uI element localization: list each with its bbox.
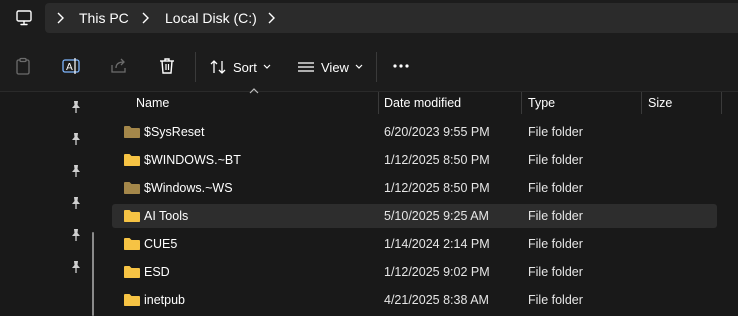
file-list: Name Date modified Type Size $SysReset 6/… (105, 88, 738, 316)
folder-icon (124, 126, 140, 138)
column-divider[interactable] (721, 92, 722, 114)
file-date-modified: 1/12/2025 8:50 PM (384, 181, 490, 195)
column-header-size[interactable]: Size (648, 95, 672, 111)
chevron-right-icon[interactable] (266, 11, 276, 25)
view-label: View (321, 59, 349, 75)
folder-icon (124, 210, 140, 222)
file-row[interactable]: inetpub 4/21/2025 8:38 AM File folder (112, 288, 717, 312)
paste-icon[interactable] (13, 56, 33, 76)
pin-icon[interactable] (69, 164, 83, 178)
file-type: File folder (528, 293, 583, 307)
sort-caret-icon (249, 88, 259, 94)
pin-icon[interactable] (69, 260, 83, 274)
breadcrumb-item-this-pc[interactable]: This PC (79, 9, 129, 27)
pin-icon[interactable] (69, 228, 83, 242)
pin-icon[interactable] (69, 132, 83, 146)
file-type: File folder (528, 181, 583, 195)
folder-icon (124, 154, 140, 166)
folder-icon (124, 182, 140, 194)
column-divider[interactable] (378, 92, 379, 114)
column-divider[interactable] (521, 92, 522, 114)
file-date-modified: 1/12/2025 9:02 PM (384, 265, 490, 279)
file-name: CUE5 (144, 237, 178, 251)
rename-icon[interactable]: A (61, 56, 81, 76)
file-row[interactable]: $WINDOWS.~BT 1/12/2025 8:50 PM File folder (112, 148, 717, 172)
file-type: File folder (528, 265, 583, 279)
toolbar-separator (376, 52, 377, 82)
file-date-modified: 4/21/2025 8:38 AM (384, 293, 489, 307)
delete-icon[interactable] (157, 56, 177, 76)
file-date-modified: 1/12/2025 8:50 PM (384, 153, 490, 167)
file-type: File folder (528, 209, 583, 223)
file-date-modified: 1/14/2024 2:14 PM (384, 237, 490, 251)
view-icon (298, 62, 314, 72)
chevron-down-icon (355, 64, 363, 69)
pin-icon[interactable] (69, 196, 83, 210)
file-row[interactable]: CUE5 1/14/2024 2:14 PM File folder (112, 232, 717, 256)
column-header-name[interactable]: Name (136, 95, 169, 111)
file-name: ESD (144, 265, 170, 279)
file-row[interactable]: $Windows.~WS 1/12/2025 8:50 PM File folder (112, 176, 717, 200)
sort-button[interactable]: Sort (208, 54, 271, 80)
command-bar: A Sort View (0, 40, 738, 92)
file-name: inetpub (144, 293, 186, 307)
sort-label: Sort (233, 59, 257, 75)
chevron-right-icon[interactable] (140, 11, 150, 25)
column-header-type[interactable]: Type (528, 95, 555, 111)
toolbar-separator (195, 52, 196, 82)
breadcrumb-item-local-disk[interactable]: Local Disk (C:) (165, 9, 257, 27)
folder-icon (124, 294, 140, 306)
folder-icon (124, 266, 140, 278)
chevron-down-icon (263, 64, 271, 69)
chevron-right-icon[interactable] (55, 11, 65, 25)
file-date-modified: 6/20/2023 9:55 PM (384, 125, 490, 139)
nav-scrollbar[interactable] (92, 232, 94, 316)
file-name: $WINDOWS.~BT (144, 153, 241, 167)
navigation-pane (0, 92, 105, 316)
more-icon[interactable] (391, 56, 411, 76)
file-row[interactable]: AI Tools 5/10/2025 9:25 AM File folder (112, 204, 717, 228)
sort-icon (210, 60, 226, 74)
column-header-date[interactable]: Date modified (384, 95, 461, 111)
file-row[interactable]: ESD 1/12/2025 9:02 PM File folder (112, 260, 717, 284)
folder-icon (124, 238, 140, 250)
file-name: AI Tools (144, 209, 189, 223)
pc-icon[interactable] (14, 8, 34, 28)
file-type: File folder (528, 153, 583, 167)
file-type: File folder (528, 237, 583, 251)
column-header-row: Name Date modified Type Size (105, 88, 738, 114)
file-row[interactable]: $SysReset 6/20/2023 9:55 PM File folder (112, 120, 717, 144)
file-type: File folder (528, 125, 583, 139)
share-icon[interactable] (109, 56, 129, 76)
file-name: $SysReset (144, 125, 205, 139)
file-name: $Windows.~WS (144, 181, 233, 195)
view-button[interactable]: View (296, 54, 363, 80)
pin-icon[interactable] (69, 100, 83, 114)
file-date-modified: 5/10/2025 9:25 AM (384, 209, 489, 223)
column-divider[interactable] (641, 92, 642, 114)
address-bar: This PC Local Disk (C:) (0, 0, 738, 40)
svg-text:A: A (66, 62, 73, 73)
